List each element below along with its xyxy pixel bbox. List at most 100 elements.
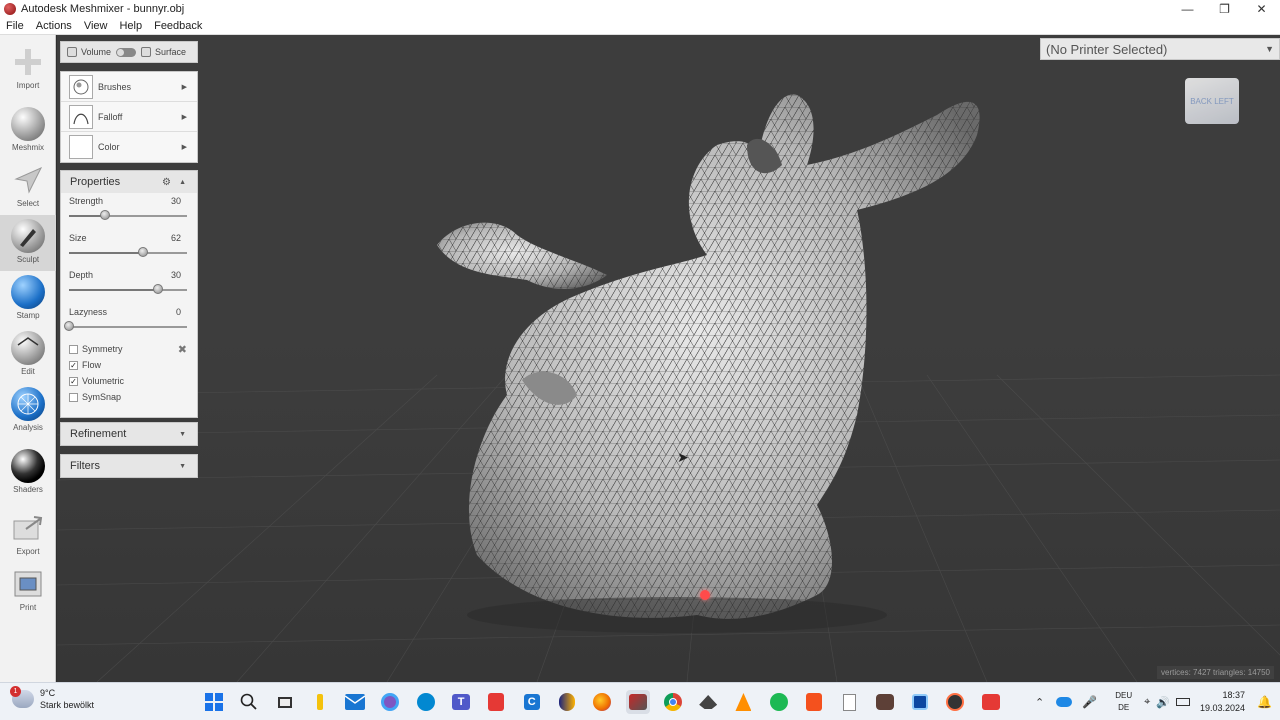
maximize-button[interactable]: ❐: [1206, 0, 1243, 18]
meshmixer-app-icon: [4, 3, 16, 15]
menu-actions[interactable]: Actions: [36, 20, 72, 32]
analysis-icon: [11, 387, 45, 421]
app-yellow-icon[interactable]: [308, 690, 332, 714]
gimp-icon[interactable]: [873, 690, 897, 714]
notification-badge: 1: [10, 686, 21, 697]
navigation-cube[interactable]: BACK LEFT: [1185, 78, 1239, 124]
app-blue-icon[interactable]: [908, 690, 932, 714]
volume-cube-icon: [67, 47, 77, 57]
brush-icon: [69, 74, 93, 99]
size-slider[interactable]: Size 62: [61, 230, 197, 267]
brushes-selector[interactable]: Brushes: [61, 72, 197, 102]
volume-icon[interactable]: 🔊: [1156, 696, 1170, 709]
strength-slider-knob[interactable]: [100, 210, 110, 220]
windows-start-icon[interactable]: [202, 690, 226, 714]
volume-surface-toggle-bar: Volume Surface: [60, 41, 198, 63]
language-indicator[interactable]: DEU DE: [1115, 690, 1132, 714]
tool-meshmix[interactable]: Meshmix: [0, 103, 56, 159]
falloff-selector[interactable]: Falloff: [61, 102, 197, 132]
menu-view[interactable]: View: [84, 20, 108, 32]
app-red-icon[interactable]: [979, 690, 1003, 714]
tool-print[interactable]: Print: [0, 563, 56, 619]
windows-taskbar: 1 9°C Stark bewölkt T C ⌃ 🎤 DEU DE ⌖ 🔊 1…: [0, 682, 1280, 720]
search-icon[interactable]: [237, 690, 261, 714]
depth-slider-knob[interactable]: [152, 284, 163, 294]
color-swatch-icon: [69, 135, 93, 159]
office-app-icon[interactable]: [802, 690, 826, 714]
meshmixer-window: Autodesk Meshmixer - bunnyr.obj — ❐ ✕ Fi…: [0, 0, 1280, 720]
chrome-icon[interactable]: [661, 690, 685, 714]
c-app-icon[interactable]: C: [520, 690, 544, 714]
battery-icon[interactable]: [1176, 698, 1190, 706]
volumetric-checkbox[interactable]: ✓ Volumetric: [61, 373, 197, 389]
volume-surface-switch[interactable]: [116, 47, 137, 57]
strength-slider[interactable]: Strength 30: [61, 193, 197, 230]
minimize-button[interactable]: —: [1169, 0, 1206, 18]
depth-slider[interactable]: Depth 30: [61, 267, 197, 304]
select-arrow-icon: [11, 163, 45, 197]
edit-icon: [11, 331, 45, 365]
flow-checkbox[interactable]: ✓ Flow: [61, 357, 197, 373]
tool-select[interactable]: Select: [0, 159, 56, 215]
filters-header[interactable]: Filters: [61, 455, 197, 477]
tool-sculpt[interactable]: Sculpt: [0, 215, 56, 271]
3d-viewport[interactable]: (No Printer Selected) BACK LEFT ➤ vertic…: [57, 35, 1280, 682]
lazyness-slider-knob[interactable]: [64, 321, 74, 331]
vlc-icon[interactable]: [731, 690, 755, 714]
brush-panel: Brushes Falloff Color: [60, 71, 198, 163]
tool-export[interactable]: Export: [0, 507, 56, 563]
brush-hit-point-marker: [700, 590, 710, 600]
inkscape-icon[interactable]: [696, 690, 720, 714]
spotify-icon[interactable]: [767, 690, 791, 714]
firefox-icon[interactable]: [590, 690, 614, 714]
menu-feedback[interactable]: Feedback: [154, 20, 202, 32]
tool-edit[interactable]: Edit: [0, 327, 56, 383]
volume-label[interactable]: Volume: [81, 47, 111, 57]
lazyness-slider[interactable]: Lazyness 0: [61, 304, 197, 341]
shaders-ball-icon: [11, 449, 45, 483]
properties-header[interactable]: Properties ⚙: [61, 171, 197, 193]
printer-select-dropdown[interactable]: (No Printer Selected): [1040, 38, 1280, 60]
sculpt-brush-icon: [11, 219, 45, 253]
tool-shaders[interactable]: Shaders: [0, 445, 56, 501]
settings-gear-icon[interactable]: ⚙: [162, 177, 171, 188]
microphone-icon[interactable]: 🎤: [1082, 695, 1097, 709]
menu-bar: File Actions View Help Feedback: [0, 18, 1280, 35]
symmetry-checkbox[interactable]: Symmetry ✖: [61, 341, 197, 357]
onedrive-icon[interactable]: [1056, 697, 1073, 707]
tool-stamp[interactable]: Stamp: [0, 271, 56, 327]
window-title: Autodesk Meshmixer - bunnyr.obj: [21, 3, 185, 15]
tool-analysis[interactable]: Analysis: [0, 383, 56, 439]
wifi-icon[interactable]: ⌖: [1144, 696, 1150, 709]
vpn-app-icon[interactable]: [555, 690, 579, 714]
app-dark-icon[interactable]: [943, 690, 967, 714]
settings-app-icon[interactable]: [378, 690, 402, 714]
tool-import[interactable]: Import: [0, 41, 56, 97]
export-icon: [11, 511, 45, 545]
mouse-cursor-icon: ➤: [677, 449, 689, 465]
teams-icon[interactable]: T: [449, 690, 473, 714]
close-button[interactable]: ✕: [1243, 0, 1280, 18]
menu-file[interactable]: File: [6, 20, 24, 32]
size-slider-knob[interactable]: [138, 247, 149, 257]
mail-icon[interactable]: [343, 690, 367, 714]
menu-help[interactable]: Help: [119, 20, 142, 32]
notification-bell-icon[interactable]: 🔔: [1257, 695, 1272, 709]
weather-widget[interactable]: 1 9°C Stark bewölkt: [10, 686, 94, 711]
meshmixer-taskbar-icon[interactable]: [625, 690, 650, 714]
task-view-icon[interactable]: [273, 690, 297, 714]
browser-app-icon[interactable]: [414, 690, 438, 714]
chevron-up-icon[interactable]: ⌃: [1035, 696, 1044, 709]
properties-panel: Properties ⚙ Strength 30 Size 62 Depth 3…: [60, 170, 198, 418]
symmetry-plane-icon[interactable]: ✖: [178, 343, 187, 356]
surface-label[interactable]: Surface: [155, 47, 186, 57]
refinement-header[interactable]: Refinement: [61, 423, 197, 445]
symsnap-checkbox[interactable]: SymSnap: [61, 389, 197, 405]
pdf-app-icon[interactable]: [484, 690, 508, 714]
meshmix-ball-icon: [11, 107, 45, 141]
color-selector[interactable]: Color: [61, 132, 197, 162]
falloff-curve-icon: [69, 104, 93, 129]
clock[interactable]: 18:37 19.03.2024: [1200, 689, 1245, 715]
surface-square-icon: [141, 47, 152, 57]
file-icon[interactable]: [837, 690, 861, 714]
